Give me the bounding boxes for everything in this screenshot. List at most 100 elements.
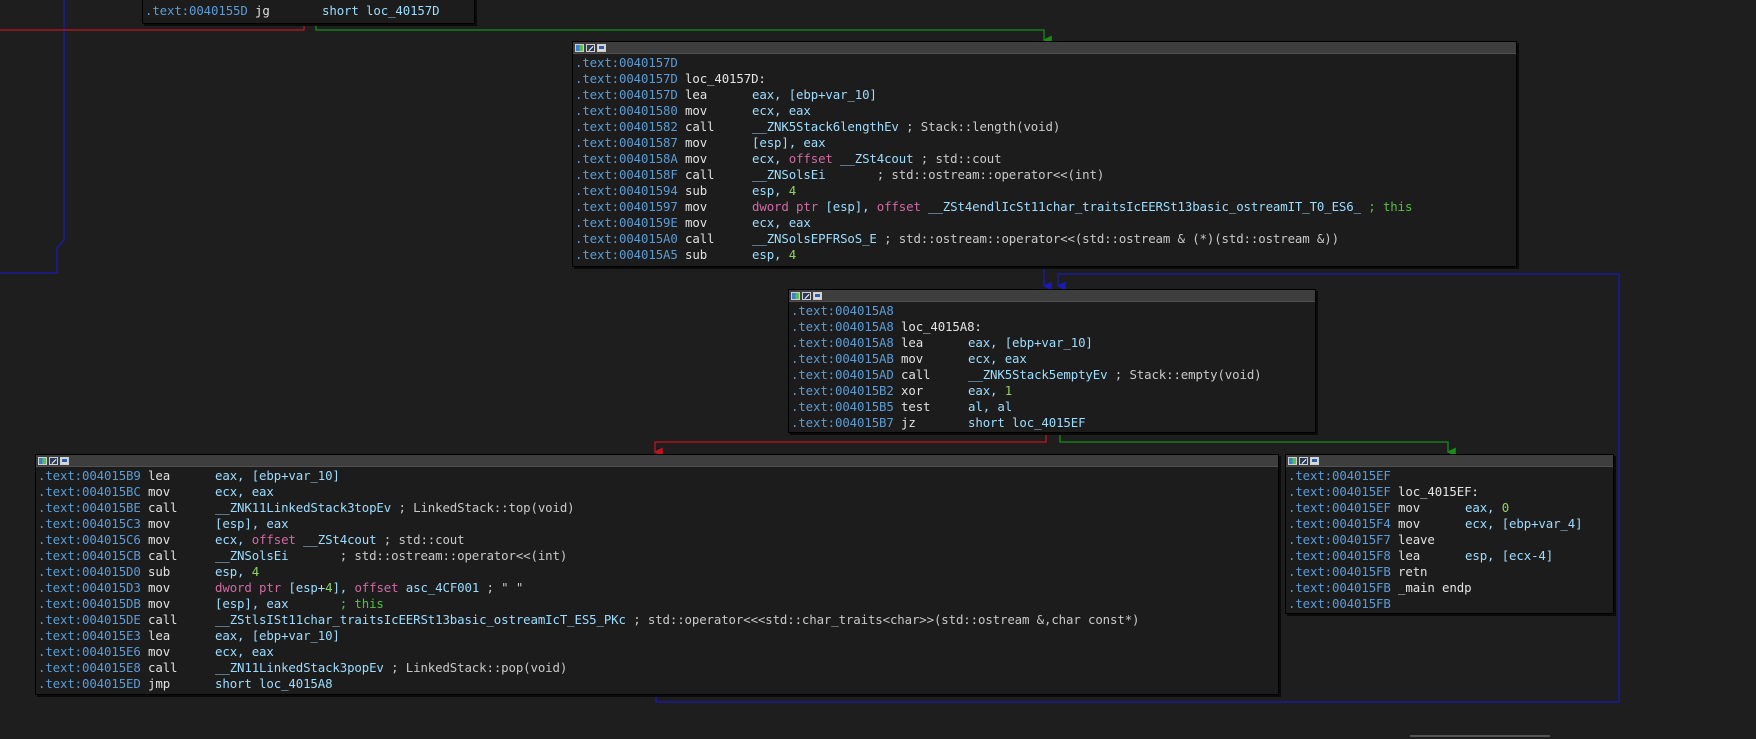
code-label[interactable]: loc_4015A8:	[901, 319, 982, 335]
address[interactable]: .text:0040157D	[575, 55, 678, 71]
disasm-line[interactable]: .text:004015D0 sub esp, 4	[38, 564, 1276, 580]
graph-node-loc-4015EF[interactable]: .text:004015EF .text:004015EF loc_4015EF…	[1285, 454, 1614, 614]
operand[interactable]: [esp],	[818, 199, 877, 215]
edit-icon[interactable]	[49, 456, 58, 465]
screen-icon[interactable]	[597, 43, 606, 52]
disasm-line[interactable]: .text:004015EF mov eax, 0	[1288, 500, 1611, 516]
operand[interactable]: eax,	[968, 383, 1005, 399]
address[interactable]: .text:0040157D	[575, 71, 678, 87]
address[interactable]: .text:004015A5	[575, 247, 678, 263]
code-label[interactable]: loc_4015EF:	[1398, 484, 1479, 500]
screen-icon[interactable]	[813, 291, 822, 300]
address[interactable]: .text:004015F7	[1288, 532, 1391, 548]
operand[interactable]: ecx, eax	[752, 215, 811, 231]
operand[interactable]: short loc_40157D	[322, 3, 439, 19]
address[interactable]: .text:004015AD	[791, 367, 894, 383]
address[interactable]: .text:004015A8	[791, 335, 894, 351]
operand[interactable]: __ZNSolsEPFRSoS_E	[752, 231, 877, 247]
graph-node-loop-body[interactable]: .text:004015B9 lea eax, [ebp+var_10] .text…	[35, 454, 1279, 695]
address[interactable]: .text:00401580	[575, 103, 678, 119]
operand[interactable]: ecx, eax	[215, 644, 274, 660]
operand[interactable]: [esp], eax	[215, 596, 288, 612]
operand[interactable]: esp, [ecx-4]	[1465, 548, 1553, 564]
address[interactable]: .text:004015AB	[791, 351, 894, 367]
address[interactable]: .text:004015C6	[38, 532, 141, 548]
address[interactable]: .text:00401594	[575, 183, 678, 199]
operand[interactable]: __ZSt4cout	[833, 151, 913, 167]
graph-icon[interactable]	[791, 291, 800, 300]
operand[interactable]: eax,	[1465, 500, 1502, 516]
operand[interactable]: __ZNK11LinkedStack3topEv	[215, 500, 391, 516]
address[interactable]: .text:004015B9	[38, 468, 141, 484]
address[interactable]: .text:004015ED	[38, 676, 141, 692]
operand[interactable]: [esp+	[281, 580, 325, 596]
disasm-line[interactable]: .text:004015EF loc_4015EF:	[1288, 484, 1611, 500]
address[interactable]: .text:004015D0	[38, 564, 141, 580]
address[interactable]: .text:004015E8	[38, 660, 141, 676]
operand[interactable]: __ZNSolsEi	[215, 548, 288, 564]
disasm-line[interactable]: .text:004015E8 call __ZN11LinkedStack3pop…	[38, 660, 1276, 676]
disasm-line[interactable]: .text:004015FB _main endp	[1288, 580, 1611, 596]
operand[interactable]: __ZNK5Stack5emptyEv	[968, 367, 1108, 383]
disasm-line[interactable]: .text:004015F8 lea esp, [ecx-4]	[1288, 548, 1611, 564]
disasm-line[interactable]: .text:004015F4 mov ecx, [ebp+var_4]	[1288, 516, 1611, 532]
operand[interactable]: ecx, eax	[968, 351, 1027, 367]
disasm-line[interactable]: .text:0040158A mov ecx, offset __ZSt4cout…	[575, 151, 1514, 167]
address[interactable]: .text:004015A8	[791, 303, 894, 319]
disasm-line[interactable]: .text:0040157D	[575, 55, 1514, 71]
address[interactable]: .text:004015FB	[1288, 596, 1391, 612]
operand[interactable]: short loc_4015EF	[968, 415, 1085, 431]
disasm-line[interactable]: .text:0040159E mov ecx, eax	[575, 215, 1514, 231]
operand[interactable]: __ZSt4cout	[296, 532, 376, 548]
disasm-line[interactable]: .text:004015EF	[1288, 468, 1611, 484]
disasm-line[interactable]: .text:004015AB mov ecx, eax	[791, 351, 1313, 367]
address[interactable]: .text:004015D3	[38, 580, 141, 596]
graph-icon[interactable]	[38, 456, 47, 465]
disasm-line[interactable]: .text:004015DB mov [esp], eax ; this	[38, 596, 1276, 612]
address[interactable]: .text:004015A0	[575, 231, 678, 247]
address[interactable]: .text:004015FB	[1288, 580, 1391, 596]
operand[interactable]: ecx,	[752, 151, 789, 167]
disasm-line[interactable]: .text:0040158F call __ZNSolsEi ; std::ost…	[575, 167, 1514, 183]
screen-icon[interactable]	[60, 456, 69, 465]
operand[interactable]: ecx, eax	[215, 484, 274, 500]
operand[interactable]: __ZN11LinkedStack3popEv	[215, 660, 384, 676]
disasm-line[interactable]: .text:004015B9 lea eax, [ebp+var_10]	[38, 468, 1276, 484]
operand[interactable]: eax, [ebp+var_10]	[968, 335, 1093, 351]
address[interactable]: .text:004015EF	[1288, 500, 1391, 516]
address[interactable]: .text:004015A8	[791, 319, 894, 335]
operand[interactable]: __ZNSolsEi	[752, 167, 825, 183]
address[interactable]: .text:004015CB	[38, 548, 141, 564]
disasm-line[interactable]: .text:004015AD call __ZNK5Stack5emptyEv ;…	[791, 367, 1313, 383]
disasm-line[interactable]: .text:004015A8	[791, 303, 1313, 319]
disasm-line[interactable]: .text:004015E3 lea eax, [ebp+var_10]	[38, 628, 1276, 644]
disasm-line[interactable]: .text:00401594 sub esp, 4	[575, 183, 1514, 199]
address[interactable]: .text:004015B5	[791, 399, 894, 415]
edit-icon[interactable]	[586, 43, 595, 52]
disasm-line[interactable]: .text:004015FB retn	[1288, 564, 1611, 580]
edit-icon[interactable]	[802, 291, 811, 300]
operand[interactable]: short loc_4015A8	[215, 676, 332, 692]
operand[interactable]: __ZSt4endlIcSt11char_traitsIcEERSt13basi…	[921, 199, 1361, 215]
disasm-line[interactable]: .text:004015ED jmp short loc_4015A8	[38, 676, 1276, 692]
operand[interactable]: asc_4CF001	[398, 580, 479, 596]
disasm-line[interactable]: .text:004015CB call __ZNSolsEi ; std::ost…	[38, 548, 1276, 564]
disasm-line[interactable]: .text:004015B7 jz short loc_4015EF	[791, 415, 1313, 431]
address[interactable]: .text:004015E3	[38, 628, 141, 644]
operand[interactable]: [esp], eax	[752, 135, 825, 151]
address[interactable]: .text:0040158F	[575, 167, 678, 183]
graph-node-top[interactable]: .text:0040155D jg short loc_40157D	[142, 0, 475, 24]
operand[interactable]: eax, [ebp+var_10]	[215, 628, 340, 644]
operand[interactable]: eax, [ebp+var_10]	[752, 87, 877, 103]
operand[interactable]: esp,	[752, 247, 789, 263]
screen-icon[interactable]	[1310, 456, 1319, 465]
disasm-line[interactable]: .text:004015BC mov ecx, eax	[38, 484, 1276, 500]
disasm-line[interactable]: .text:004015BE call __ZNK11LinkedStack3to…	[38, 500, 1276, 516]
disasm-line[interactable]: .text:004015C6 mov ecx, offset __ZSt4cout…	[38, 532, 1276, 548]
disasm-line[interactable]: .text:00401580 mov ecx, eax	[575, 103, 1514, 119]
disasm-line[interactable]: .text:0040157D lea eax, [ebp+var_10]	[575, 87, 1514, 103]
operand[interactable]: eax, [ebp+var_10]	[215, 468, 340, 484]
code-label[interactable]: _main endp	[1398, 580, 1471, 596]
graph-node-loc-40157D[interactable]: .text:0040157D .text:0040157D loc_40157D…	[572, 41, 1517, 267]
operand[interactable]: __ZNK5Stack6lengthEv	[752, 119, 899, 135]
